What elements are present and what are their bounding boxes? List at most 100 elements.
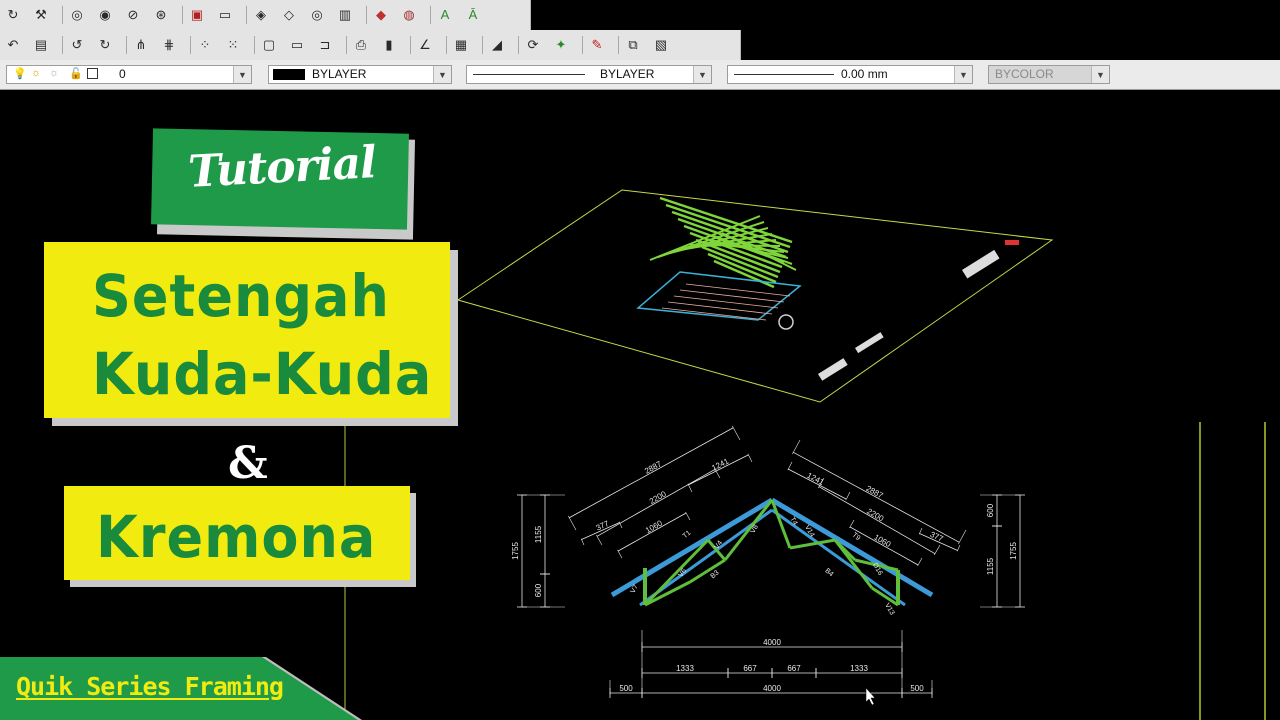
lineweight-dropdown[interactable]: 0.00 mm ▼ bbox=[727, 65, 973, 84]
toolbar-separator bbox=[246, 6, 247, 24]
title-line-2: Kuda-Kuda bbox=[92, 340, 433, 409]
zoom-window-icon[interactable]: ▣ bbox=[188, 6, 206, 24]
extension-line bbox=[747, 453, 753, 463]
move-icon[interactable]: ⊐ bbox=[316, 36, 334, 54]
member-label: B3 bbox=[710, 569, 721, 580]
lineweight-sample bbox=[734, 74, 834, 75]
chevron-down-icon[interactable]: ▼ bbox=[433, 66, 451, 83]
viewport-add-icon[interactable]: ⧉ bbox=[624, 36, 642, 54]
cone-icon[interactable]: ◇ bbox=[280, 6, 298, 24]
plan-outline bbox=[456, 189, 1054, 403]
viewport-freeze-icon[interactable]: ☼ bbox=[49, 67, 59, 79]
plotstyle-dropdown: BYCOLOR ▼ bbox=[988, 65, 1110, 84]
dimension-text: 1755 bbox=[1009, 542, 1018, 560]
bulb-icon[interactable]: 💡 bbox=[13, 67, 27, 80]
toolbar-separator bbox=[182, 6, 183, 24]
rotate-cw-icon[interactable]: ↻ bbox=[96, 36, 114, 54]
mirror-3d-icon[interactable]: ⋕ bbox=[160, 36, 178, 54]
text-a-icon[interactable]: A bbox=[436, 6, 454, 24]
undo-icon[interactable]: ↶ bbox=[4, 36, 22, 54]
orbit-icon[interactable]: ◎ bbox=[68, 6, 86, 24]
toolbar-separator bbox=[582, 36, 583, 54]
continuous-orbit-icon[interactable]: ◉ bbox=[96, 6, 114, 24]
array-grid-icon[interactable]: ⁙ bbox=[224, 36, 242, 54]
union-icon[interactable]: ◍ bbox=[400, 6, 418, 24]
dimension-text: 2887 bbox=[643, 459, 663, 476]
extension-line bbox=[933, 544, 941, 556]
extension-line bbox=[792, 439, 801, 455]
footer-label: Quik Series Framing bbox=[16, 672, 284, 701]
rectangle-icon[interactable]: ▭ bbox=[288, 36, 306, 54]
region-icon[interactable]: ◆ bbox=[372, 6, 390, 24]
angle-icon[interactable]: ∠ bbox=[416, 36, 434, 54]
rotate-ccw-icon[interactable]: ↺ bbox=[68, 36, 86, 54]
extension-line bbox=[731, 425, 741, 441]
toolbar-separator bbox=[430, 6, 431, 24]
dimension-text: 2200 bbox=[648, 489, 668, 506]
extension-line bbox=[580, 538, 585, 546]
dimension-text: 500 bbox=[619, 684, 633, 693]
properties-toolbar: 💡 ☼ ☼ 🔓 0 ▼ BYLAYER ▼ BYLAYER ▼ 0.00 mm … bbox=[0, 60, 1280, 90]
extension-line bbox=[567, 515, 577, 531]
color-dropdown[interactable]: BYLAYER ▼ bbox=[268, 65, 452, 84]
lineweight-value: 0.00 mm bbox=[841, 67, 888, 81]
plan-rect-line bbox=[673, 295, 779, 309]
member-d bbox=[689, 558, 726, 584]
lock-icon[interactable]: 🔓 bbox=[69, 67, 83, 80]
array-icon[interactable]: ⁘ bbox=[196, 36, 214, 54]
chevron-down-icon[interactable]: ▼ bbox=[693, 66, 711, 83]
dimension-text: 2887 bbox=[865, 484, 885, 501]
orbit-settings-icon[interactable]: ⊛ bbox=[152, 6, 170, 24]
chevron-down-icon[interactable]: ▼ bbox=[954, 66, 972, 83]
linetype-dropdown[interactable]: BYLAYER ▼ bbox=[466, 65, 712, 84]
member-d bbox=[723, 499, 774, 561]
settings-folder-icon[interactable]: ▧ bbox=[652, 36, 670, 54]
toolbar-separator bbox=[62, 36, 63, 54]
line-shade-icon[interactable]: ◢ bbox=[488, 36, 506, 54]
dimension-text: 1060 bbox=[872, 533, 892, 550]
sphere-icon[interactable]: ◎ bbox=[308, 6, 326, 24]
toolbar-separator bbox=[190, 36, 191, 54]
mirror-icon[interactable]: ⋔ bbox=[132, 36, 150, 54]
toolbar-separator bbox=[410, 36, 411, 54]
dimension-text: 500 bbox=[910, 684, 924, 693]
rotate-arrow-icon[interactable]: ↻ bbox=[4, 6, 22, 24]
linetype-sample bbox=[473, 74, 585, 75]
dimension-text: 667 bbox=[743, 664, 757, 673]
layer-dropdown[interactable]: 💡 ☼ ☼ 🔓 0 ▼ bbox=[6, 65, 252, 84]
layer-color-swatch[interactable] bbox=[87, 68, 98, 79]
title-block-mark bbox=[1005, 240, 1019, 245]
dimension-text: 1155 bbox=[534, 525, 543, 543]
layer-box-icon[interactable]: ▤ bbox=[32, 36, 50, 54]
chevron-down-icon[interactable]: ▼ bbox=[233, 66, 251, 83]
extension-line bbox=[685, 511, 691, 521]
grid-icon[interactable]: ▦ bbox=[452, 36, 470, 54]
eye-refresh-icon[interactable]: ⟳ bbox=[524, 36, 542, 54]
extension-line bbox=[617, 549, 623, 559]
print-icon[interactable]: ⎙ bbox=[352, 36, 370, 54]
wrench-icon[interactable]: ⚒ bbox=[32, 6, 50, 24]
box-icon[interactable]: ▭ bbox=[216, 6, 234, 24]
cylinder-icon[interactable]: ▥ bbox=[336, 6, 354, 24]
toolbar-separator bbox=[126, 36, 127, 54]
pencil-icon[interactable]: ✎ bbox=[588, 36, 606, 54]
wedge-icon[interactable]: ◈ bbox=[252, 6, 270, 24]
layer-value: 0 bbox=[119, 67, 126, 81]
dimension-text: 4000 bbox=[763, 684, 781, 693]
ampersand: & bbox=[228, 438, 268, 489]
dimension-text: 4000 bbox=[763, 638, 781, 647]
extension-line bbox=[596, 534, 603, 546]
title-block bbox=[817, 358, 848, 381]
mouse-cursor-icon bbox=[865, 687, 876, 706]
extension-line bbox=[958, 529, 967, 545]
ucs-icon bbox=[778, 314, 794, 330]
title-block bbox=[962, 249, 1000, 279]
text-style-icon[interactable]: Ā bbox=[464, 6, 482, 24]
extension-line bbox=[787, 461, 793, 471]
bar-chart-icon[interactable]: ▮ bbox=[380, 36, 398, 54]
dimension-text: 377 bbox=[929, 530, 945, 544]
viewport-icon[interactable]: ▢ bbox=[260, 36, 278, 54]
render-icon[interactable]: ✦ bbox=[552, 36, 570, 54]
sun-icon[interactable]: ☼ bbox=[31, 67, 41, 79]
free-orbit-icon[interactable]: ⊘ bbox=[124, 6, 142, 24]
